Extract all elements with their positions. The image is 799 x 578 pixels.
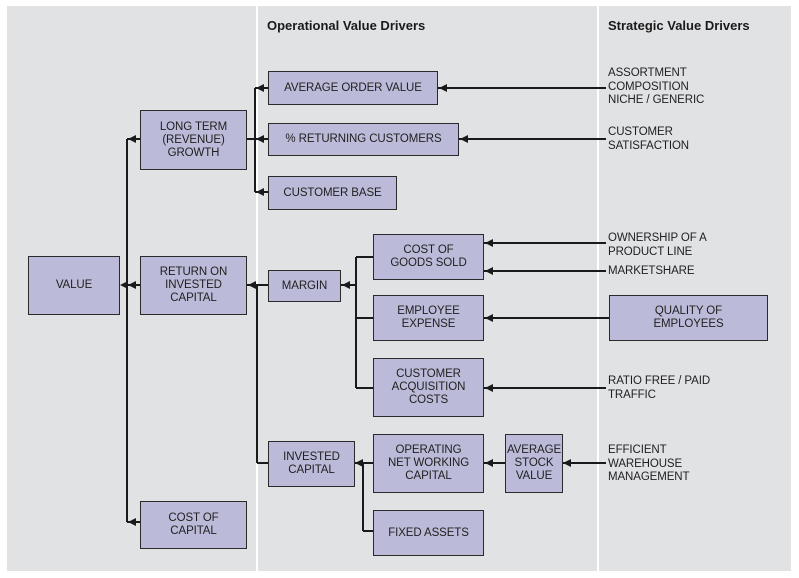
node-invested-capital: INVESTED CAPITAL <box>268 441 355 487</box>
label-marketshare: MARKETSHARE <box>608 265 695 277</box>
node-long-term-growth: LONG TERM (REVENUE) GROWTH <box>140 110 247 170</box>
node-cost-of-capital: COST OF CAPITAL <box>140 501 247 549</box>
node-returning-customers: % RETURNING CUSTOMERS <box>268 123 459 156</box>
node-employee-expense: EMPLOYEE EXPENSE <box>373 295 484 341</box>
label-ratio-free-paid-traffic: RATIO FREE / PAID TRAFFIC <box>608 375 711 401</box>
node-operating-net-working-capital: OPERATING NET WORKING CAPITAL <box>373 434 484 493</box>
node-customer-acquisition-costs: CUSTOMER ACQUISITION COSTS <box>373 358 484 417</box>
node-cost-of-goods-sold: COST OF GOODS SOLD <box>373 234 484 280</box>
label-assortment-composition: ASSORTMENT COMPOSITION NICHE / GENERIC <box>608 67 705 106</box>
label-efficient-warehouse-management: EFFICIENT WAREHOUSE MANAGEMENT <box>608 444 690 483</box>
node-quality-of-employees: QUALITY OF EMPLOYEES <box>609 295 768 341</box>
node-return-on-invested-capital: RETURN ON INVESTED CAPITAL <box>140 256 247 315</box>
strategic-drivers-heading: Strategic Value Drivers <box>608 18 750 33</box>
node-customer-base: CUSTOMER BASE <box>268 176 397 210</box>
node-margin: MARGIN <box>268 270 341 302</box>
node-value: VALUE <box>28 256 120 315</box>
label-customer-satisfaction: CUSTOMER SATISFACTION <box>608 126 690 152</box>
label-ownership-product-line: OWNERSHIP OF A PRODUCT LINE <box>608 232 707 258</box>
node-fixed-assets: FIXED ASSETS <box>373 510 484 556</box>
operational-drivers-heading: Operational Value Drivers <box>267 18 426 33</box>
node-average-order-value: AVERAGE ORDER VALUE <box>268 71 438 105</box>
node-average-stock-value: AVERAGE STOCK VALUE <box>505 434 563 493</box>
